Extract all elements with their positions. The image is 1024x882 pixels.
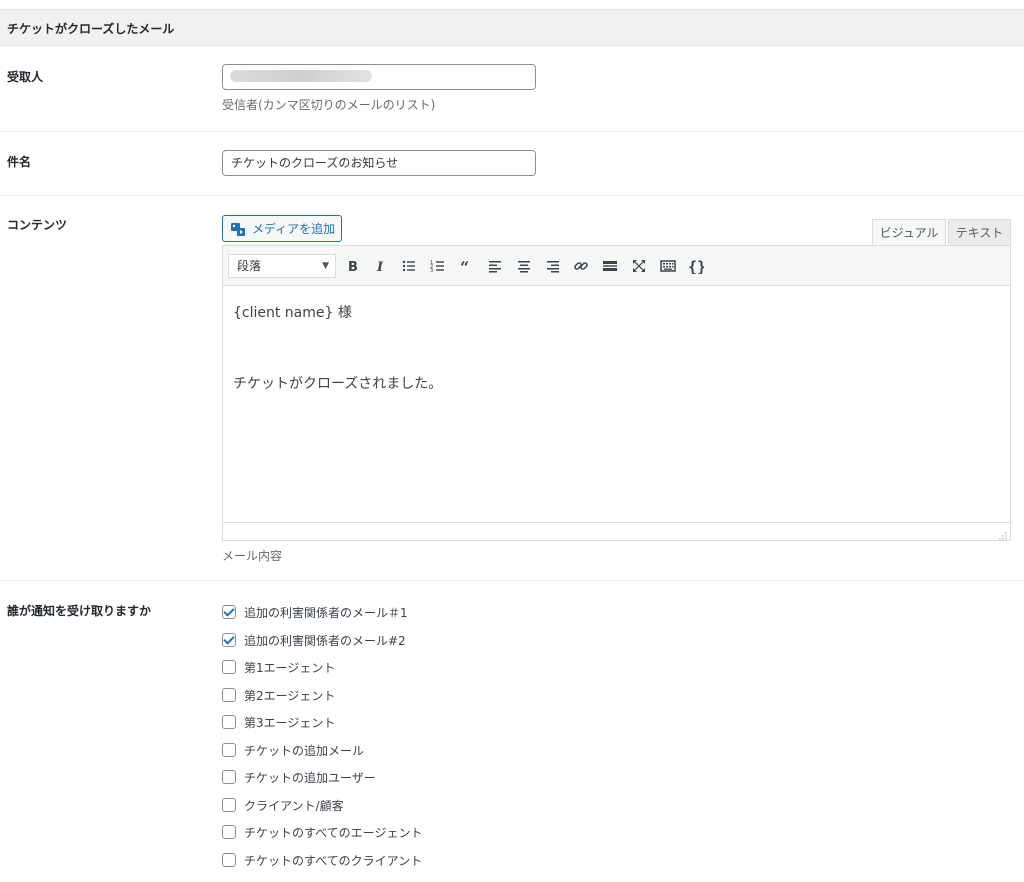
- subject-label: 件名: [7, 155, 32, 169]
- toolbar-toggle-icon[interactable]: [656, 254, 680, 278]
- section-header: チケットがクローズしたメール: [0, 10, 1024, 46]
- notify-option-label[interactable]: 第3エージェント: [244, 714, 335, 731]
- checkbox[interactable]: [222, 825, 236, 839]
- divider: [0, 580, 1024, 581]
- body-line-message: チケットがクローズされました。: [233, 376, 443, 392]
- notify-option[interactable]: チケットのすべてのクライアント: [222, 851, 422, 869]
- numbered-list-icon[interactable]: 123: [426, 254, 450, 278]
- notify-option-label[interactable]: 第2エージェント: [244, 687, 335, 704]
- add-media-button[interactable]: メディアを追加: [222, 215, 342, 242]
- notify-option[interactable]: 追加の利害関係者のメール#2: [222, 631, 406, 649]
- blockquote-icon[interactable]: “: [455, 254, 479, 278]
- checkbox[interactable]: [222, 633, 236, 647]
- chevron-down-icon: ▼: [322, 261, 329, 271]
- read-more-icon[interactable]: [598, 254, 622, 278]
- notify-option-label[interactable]: クライアント/顧客: [244, 797, 344, 814]
- svg-text:B: B: [348, 260, 358, 274]
- link-icon[interactable]: [569, 254, 593, 278]
- tab-visual[interactable]: ビジュアル: [872, 219, 946, 245]
- notify-option-label[interactable]: 第1エージェント: [244, 659, 335, 676]
- recipient-label: 受取人: [7, 70, 44, 84]
- align-center-icon[interactable]: [512, 254, 536, 278]
- format-select-value: 段落: [237, 259, 262, 273]
- svg-text:{}: {}: [688, 258, 704, 274]
- checkbox[interactable]: [222, 743, 236, 757]
- redacted-recipient-value: [230, 70, 372, 82]
- checkbox[interactable]: [222, 660, 236, 674]
- svg-text:“: “: [460, 258, 469, 274]
- media-icon: [230, 221, 246, 237]
- shortcode-braces-icon[interactable]: {}: [684, 254, 708, 278]
- content-editor: 段落 ▼ B I 123 “ {{client name} 様 チケットがクロ…: [222, 245, 1011, 541]
- bullet-list-icon[interactable]: [397, 254, 421, 278]
- content-label: コンテンツ: [7, 218, 68, 232]
- checkbox[interactable]: [222, 605, 236, 619]
- section-title: チケットがクローズしたメール: [7, 22, 175, 36]
- notify-option-label[interactable]: チケットのすべてのクライアント: [244, 852, 422, 869]
- notify-option[interactable]: チケットのすべてのエージェント: [222, 823, 422, 841]
- notify-option[interactable]: 追加の利害関係者のメール＃1: [222, 603, 408, 621]
- bold-icon[interactable]: B: [340, 254, 364, 278]
- add-media-label: メディアを追加: [252, 222, 336, 236]
- resize-handle-icon[interactable]: [999, 529, 1007, 540]
- svg-text:I: I: [376, 260, 384, 274]
- notify-option[interactable]: チケットの追加ユーザー: [222, 768, 376, 786]
- notify-option[interactable]: クライアント/顧客: [222, 796, 344, 814]
- svg-text:3: 3: [430, 268, 433, 274]
- content-help: メール内容: [222, 549, 283, 563]
- divider: [0, 131, 1024, 132]
- notify-option-label[interactable]: 追加の利害関係者のメール＃1: [244, 604, 408, 621]
- checkbox[interactable]: [222, 853, 236, 867]
- notify-option[interactable]: チケットの追加メール: [222, 741, 364, 759]
- notify-option[interactable]: 第2エージェント: [222, 686, 335, 704]
- editor-content-area[interactable]: {client name} 様 チケットがクローズされました。: [223, 286, 1010, 522]
- notify-label: 誰が通知を受け取りますか: [7, 604, 152, 618]
- recipient-help: 受信者(カンマ区切りのメールのリスト): [222, 98, 436, 112]
- divider: [0, 195, 1024, 196]
- notify-option-label[interactable]: チケットのすべてのエージェント: [244, 824, 422, 841]
- align-left-icon[interactable]: [483, 254, 507, 278]
- editor-statusbar: [223, 522, 1010, 540]
- fullscreen-icon[interactable]: [627, 254, 651, 278]
- italic-icon[interactable]: I: [368, 254, 392, 278]
- checkbox[interactable]: [222, 715, 236, 729]
- notify-option-label[interactable]: チケットの追加ユーザー: [244, 769, 376, 786]
- body-line-greeting: {client name} 様: [233, 305, 352, 321]
- notify-option-label[interactable]: 追加の利害関係者のメール#2: [244, 632, 406, 649]
- tab-text[interactable]: テキスト: [948, 219, 1011, 245]
- notify-option-label[interactable]: チケットの追加メール: [244, 742, 364, 759]
- format-select[interactable]: 段落 ▼: [228, 254, 336, 278]
- editor-toolbar: 段落 ▼ B I 123 “ {: [223, 246, 1010, 286]
- checkbox[interactable]: [222, 688, 236, 702]
- notify-option[interactable]: 第1エージェント: [222, 658, 335, 676]
- align-right-icon[interactable]: [541, 254, 565, 278]
- notify-option[interactable]: 第3エージェント: [222, 713, 335, 731]
- checkbox[interactable]: [222, 798, 236, 812]
- subject-input[interactable]: チケットのクローズのお知らせ: [222, 150, 536, 176]
- checkbox[interactable]: [222, 770, 236, 784]
